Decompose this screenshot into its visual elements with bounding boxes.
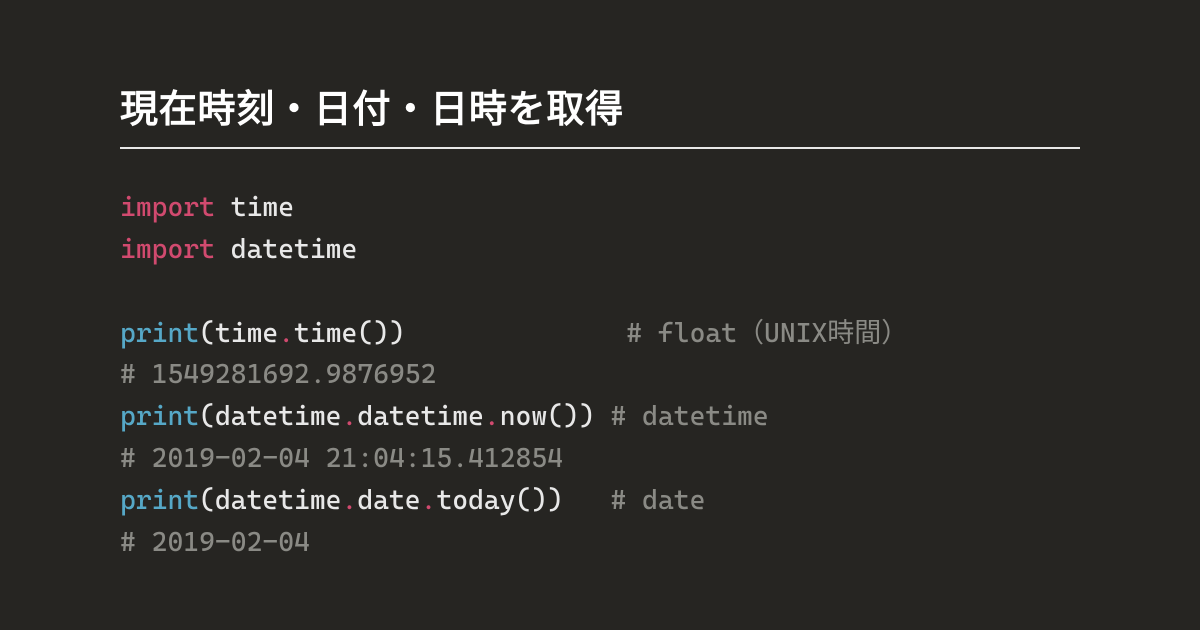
comment-output: # 1549281692.9876952 [120,359,436,390]
paren-close: ) [547,485,563,516]
ident-date: date [357,485,420,516]
code-block: import time import datetime print(time.t… [120,187,1080,564]
pad [563,485,610,516]
comment-output: # 2019-02-04 [120,527,310,558]
keyword-import: import [120,192,215,223]
comment-output: # 2019-02-04 21:04:15.412854 [120,443,563,474]
dot-operator: . [342,401,358,432]
ident-time: time [294,318,357,349]
paren-open: ( [199,485,215,516]
comment-float-unix: # float（UNIX時間） [626,318,908,349]
page-title: 現在時刻・日付・日時を取得 [120,78,1080,149]
builtin-print: print [120,401,199,432]
module-time: time [231,192,294,223]
ident-time: time [215,318,278,349]
paren-close: ) [389,318,405,349]
dot-operator: . [484,401,500,432]
pad [405,318,626,349]
call-empty: () [357,318,389,349]
keyword-import: import [120,234,215,265]
ident-datetime: datetime [215,485,342,516]
ident-now: now [500,401,547,432]
module-datetime: datetime [231,234,358,265]
ident-datetime: datetime [357,401,484,432]
ident-datetime: datetime [215,401,342,432]
dot-operator: . [342,485,358,516]
dot-operator: . [421,485,437,516]
paren-open: ( [199,318,215,349]
builtin-print: print [120,485,199,516]
pad [595,401,611,432]
comment-datetime: # datetime [610,401,768,432]
comment-date: # date [610,485,705,516]
dot-operator: . [278,318,294,349]
call-empty: () [516,485,548,516]
call-empty: () [547,401,579,432]
ident-today: today [436,485,515,516]
paren-open: ( [199,401,215,432]
builtin-print: print [120,318,199,349]
paren-close: ) [579,401,595,432]
